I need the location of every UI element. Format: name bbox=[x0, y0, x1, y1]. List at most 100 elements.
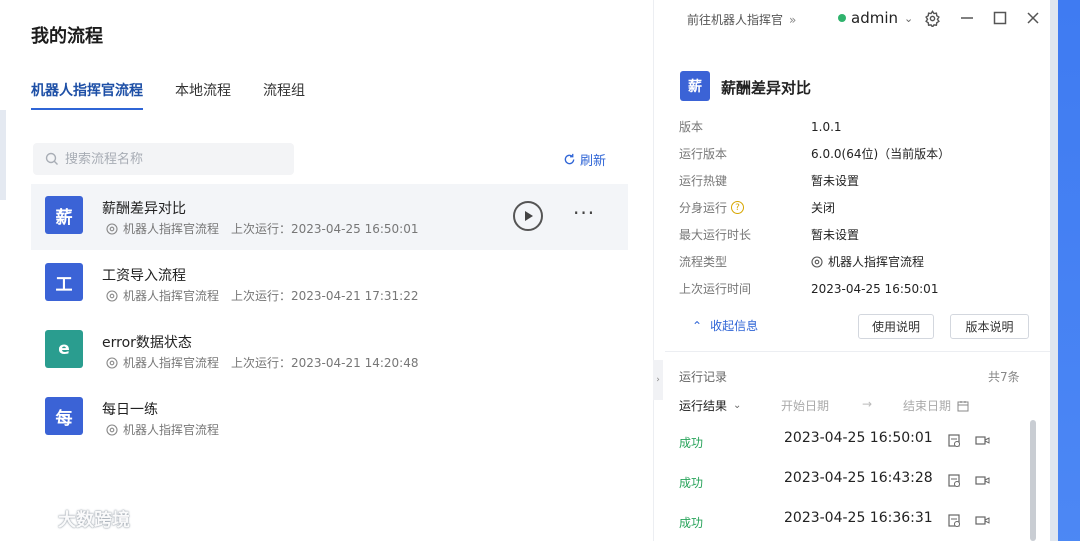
settings-gear-icon[interactable] bbox=[922, 8, 942, 28]
collapse-info-label: 收起信息 bbox=[710, 319, 759, 333]
help-icon[interactable]: ? bbox=[731, 201, 745, 214]
double-chevron-icon: » bbox=[789, 13, 797, 27]
flow-badge: 工 bbox=[45, 263, 83, 301]
end-date-input[interactable]: 结束日期 bbox=[903, 397, 969, 414]
background-window-edge-right bbox=[1050, 0, 1080, 541]
flow-name: error数据状态 bbox=[102, 335, 192, 351]
detail-key-label: 分身运行 bbox=[679, 201, 728, 215]
flow-source: 机器人指挥官流程 bbox=[123, 423, 220, 437]
location-pin-icon bbox=[106, 356, 118, 369]
detail-value: 暂未设置 bbox=[811, 174, 860, 188]
tab-commander-flows[interactable]: 机器人指挥官流程 bbox=[31, 80, 143, 110]
flow-name: 工资导入流程 bbox=[102, 268, 186, 284]
flow-last-run: 上次运行：2023-04-21 17:31:22 bbox=[231, 289, 419, 303]
flow-last-run: 上次运行：2023-04-25 16:50:01 bbox=[231, 222, 419, 236]
flow-item[interactable]: 每 每日一练 机器人指挥官流程 bbox=[31, 385, 628, 451]
watermark-logo-icon bbox=[9, 510, 49, 527]
detail-row-hotkey: 运行热键 暂未设置 bbox=[679, 172, 859, 189]
flow-name: 每日一练 bbox=[102, 402, 158, 418]
version-notes-button[interactable]: 版本说明 bbox=[950, 314, 1029, 339]
flow-name: 薪酬差异对比 bbox=[102, 201, 186, 217]
run-record-row[interactable]: 成功 2023-04-25 16:50:01 bbox=[679, 428, 1039, 456]
run-time: 2023-04-25 16:43:28 bbox=[784, 470, 933, 486]
flow-badge: 每 bbox=[45, 397, 83, 435]
location-pin-icon bbox=[106, 289, 118, 302]
watermark-text: 大数跨境 bbox=[58, 510, 130, 531]
detail-row-max-duration: 最大运行时长 暂未设置 bbox=[679, 226, 859, 243]
flow-badge: e bbox=[45, 330, 83, 368]
background-window-edge bbox=[0, 110, 6, 200]
calendar-icon bbox=[957, 400, 969, 411]
usage-notes-button[interactable]: 使用说明 bbox=[858, 314, 934, 339]
user-menu[interactable]: admin ⌄ bbox=[838, 9, 913, 27]
goto-commander-link[interactable]: 前往机器人指挥官 » bbox=[687, 11, 796, 28]
close-icon[interactable] bbox=[1023, 8, 1043, 28]
flow-tabs: 机器人指挥官流程 本地流程 流程组 bbox=[31, 80, 305, 110]
refresh-label: 刷新 bbox=[580, 154, 607, 169]
flow-meta: 机器人指挥官流程 上次运行：2023-04-21 14:20:48 bbox=[106, 354, 418, 371]
refresh-icon bbox=[564, 153, 575, 165]
detail-key: 运行版本 bbox=[679, 147, 728, 161]
run-status: 成功 bbox=[679, 476, 704, 490]
chevron-down-icon: ⌄ bbox=[904, 11, 914, 25]
flow-source: 机器人指挥官流程 bbox=[123, 356, 220, 370]
detail-title: 薪酬差异对比 bbox=[721, 79, 812, 97]
search-input[interactable] bbox=[65, 151, 265, 167]
detail-row-last-run: 上次运行时间 2023-04-25 16:50:01 bbox=[679, 280, 938, 297]
run-record-row[interactable]: 成功 2023-04-25 16:36:31 bbox=[679, 508, 1039, 536]
panel-divider bbox=[653, 0, 654, 541]
detail-row-flow-type: 流程类型 机器人指挥官流程 bbox=[679, 253, 924, 270]
detail-key: 版本 bbox=[679, 120, 704, 134]
detail-value: 暂未设置 bbox=[811, 228, 860, 242]
tab-local-flows[interactable]: 本地流程 bbox=[175, 80, 231, 110]
flow-item[interactable]: 工 工资导入流程 机器人指挥官流程 上次运行：2023-04-21 17:31:… bbox=[31, 251, 628, 317]
minimize-icon[interactable] bbox=[957, 8, 977, 28]
detail-badge: 薪 bbox=[680, 71, 710, 101]
chevron-down-icon: ⌄ bbox=[733, 400, 742, 411]
search-icon bbox=[45, 152, 58, 165]
run-status: 成功 bbox=[679, 516, 704, 530]
section-divider bbox=[665, 351, 1050, 352]
flow-source: 机器人指挥官流程 bbox=[123, 222, 220, 236]
detail-key: 分身运行? bbox=[679, 199, 811, 216]
run-button[interactable] bbox=[513, 201, 543, 231]
flow-meta: 机器人指挥官流程 上次运行：2023-04-25 16:50:01 bbox=[106, 220, 418, 237]
detail-key: 最大运行时长 bbox=[679, 228, 752, 242]
detail-key: 流程类型 bbox=[679, 255, 728, 269]
location-pin-icon bbox=[106, 423, 118, 436]
flow-last-run: 上次运行：2023-04-21 14:20:48 bbox=[231, 356, 419, 370]
detail-key: 上次运行时间 bbox=[679, 282, 752, 296]
play-icon bbox=[525, 211, 533, 221]
refresh-button[interactable]: 刷新 bbox=[563, 150, 606, 169]
flow-item[interactable]: e error数据状态 机器人指挥官流程 上次运行：2023-04-21 14:… bbox=[31, 318, 628, 384]
video-recording-icon[interactable] bbox=[975, 433, 990, 448]
chevron-up-icon: ⌃ bbox=[692, 318, 703, 333]
records-scrollbar[interactable] bbox=[1030, 420, 1036, 541]
detail-value-text: 机器人指挥官流程 bbox=[828, 255, 925, 269]
maximize-icon[interactable] bbox=[990, 8, 1010, 28]
start-date-input[interactable]: 开始日期 bbox=[781, 397, 829, 414]
run-time: 2023-04-25 16:36:31 bbox=[784, 510, 933, 526]
result-filter-dropdown[interactable]: 运行结果 ⌄ bbox=[679, 397, 741, 414]
flow-item[interactable]: 薪 薪酬差异对比 机器人指挥官流程 上次运行：2023-04-25 16:50:… bbox=[31, 184, 628, 250]
run-time: 2023-04-25 16:50:01 bbox=[784, 430, 933, 446]
flow-meta: 机器人指挥官流程 bbox=[106, 421, 219, 438]
online-status-dot bbox=[838, 14, 846, 22]
video-recording-icon[interactable] bbox=[975, 473, 990, 488]
detail-value: 2023-04-25 16:50:01 bbox=[811, 281, 939, 296]
panel-collapse-handle[interactable]: › bbox=[653, 360, 663, 400]
run-record-row[interactable]: 成功 2023-04-25 16:43:28 bbox=[679, 468, 1039, 496]
tab-flow-groups[interactable]: 流程组 bbox=[263, 80, 305, 110]
log-file-icon[interactable] bbox=[947, 473, 962, 488]
more-options-icon[interactable]: ··· bbox=[573, 201, 595, 225]
end-date-label: 结束日期 bbox=[903, 399, 952, 413]
location-pin-icon bbox=[106, 222, 118, 235]
flow-source: 机器人指挥官流程 bbox=[123, 289, 220, 303]
detail-value: 关闭 bbox=[811, 201, 836, 215]
date-range-arrow-icon: → bbox=[862, 397, 873, 411]
detail-row-clone-run: 分身运行? 关闭 bbox=[679, 199, 835, 216]
log-file-icon[interactable] bbox=[947, 433, 962, 448]
video-recording-icon[interactable] bbox=[975, 513, 990, 528]
collapse-info-button[interactable]: ⌃ 收起信息 bbox=[692, 317, 758, 334]
log-file-icon[interactable] bbox=[947, 513, 962, 528]
